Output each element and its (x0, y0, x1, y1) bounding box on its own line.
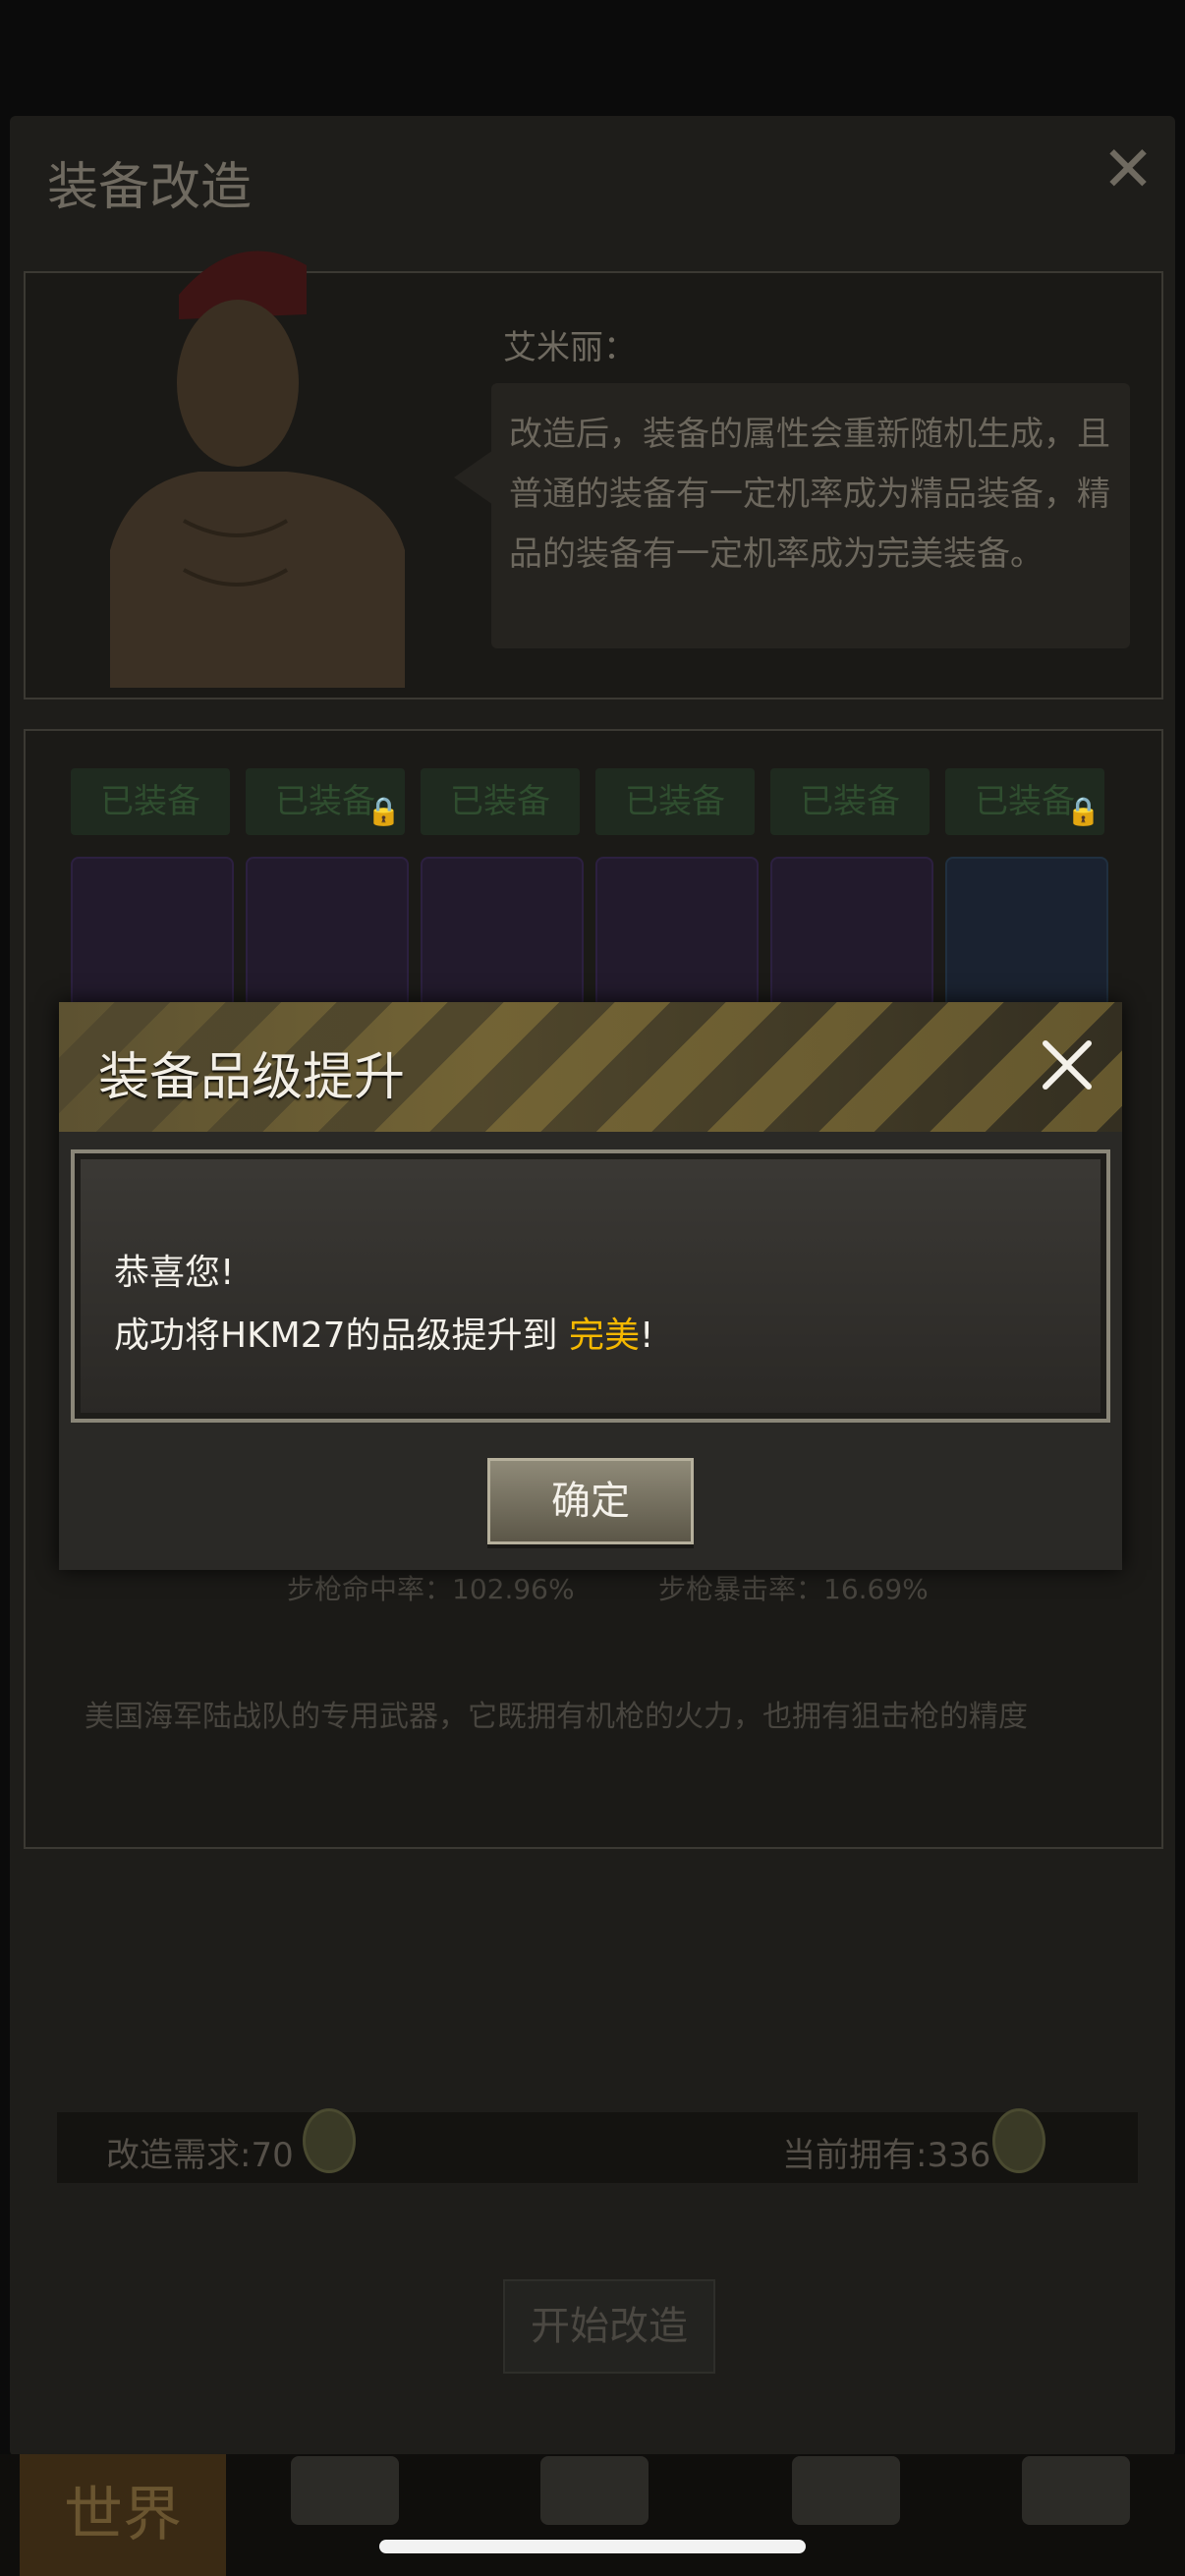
npc-name: 艾米丽： (503, 328, 637, 367)
equip-tab-label: 已装备 (450, 782, 550, 821)
npc-portrait (110, 251, 405, 688)
close-icon[interactable]: ✕ (1099, 139, 1157, 201)
upgrade-message-suffix: ! (640, 1316, 654, 1356)
cost-required: 改造需求:70 (106, 2136, 294, 2175)
shop-icon[interactable] (792, 2456, 900, 2525)
vehicle-icon[interactable] (1022, 2456, 1130, 2525)
equip-slot-pants[interactable] (421, 857, 584, 1008)
grade-name: 完美 (569, 1316, 641, 1356)
bag-icon[interactable] (291, 2456, 399, 2525)
equip-slot-mask[interactable] (945, 857, 1108, 1008)
upgrade-message: 成功将HKM27的品级提升到 完美! (114, 1307, 653, 1358)
equip-tab[interactable]: 已装备 (421, 768, 580, 835)
nav-world-tab[interactable]: 世界 (20, 2454, 226, 2576)
equip-tab-label: 已装备 (625, 782, 725, 821)
equip-tab[interactable]: 已装备 🔒 (246, 768, 405, 835)
equip-tab-label: 已装备 (100, 782, 200, 821)
coins-owned: 当前拥有:336 (782, 2136, 991, 2175)
item-description: 美国海军陆战队的专用武器，它既拥有机枪的火力，也拥有狙击枪的精度 (85, 1700, 1028, 1734)
congrats-text: 恭喜您! (114, 1253, 235, 1293)
equip-tab[interactable]: 已装备 (595, 768, 755, 835)
equip-slot-knife[interactable] (71, 857, 234, 1008)
stat-hit-rate: 步枪命中率：102.96% (287, 1573, 575, 1605)
speech-tail (454, 450, 493, 505)
equip-slot-jacket[interactable] (595, 857, 759, 1008)
home-indicator[interactable] (379, 2540, 806, 2553)
message-box: 恭喜您! 成功将HKM27的品级提升到 完美! (71, 1149, 1110, 1423)
dialog-title: 装备品级提升 (98, 1048, 406, 1107)
grade-upgrade-dialog: 装备品级提升 恭喜您! 成功将HKM27的品级提升到 完美! 确定 (59, 1002, 1122, 1570)
equip-tab[interactable]: 已装备 🔒 (945, 768, 1104, 835)
confirm-button[interactable]: 确定 (487, 1458, 694, 1544)
page-title: 装备改造 (47, 158, 253, 217)
upgrade-message-prefix: 成功将HKM27的品级提升到 (114, 1316, 569, 1356)
start-modify-button[interactable]: 开始改造 (503, 2279, 715, 2374)
equip-tab[interactable]: 已装备 (71, 768, 230, 835)
npc-speech: 改造后，装备的属性会重新随机生成，且普通的装备有一定机率成为精品装备，精品的装备… (491, 383, 1130, 648)
coin-icon (303, 2108, 356, 2173)
equip-tab[interactable]: 已装备 (770, 768, 930, 835)
equip-tab-label: 已装备 (975, 782, 1075, 821)
coin-icon (992, 2108, 1045, 2173)
equip-slot-helmet[interactable] (770, 857, 933, 1008)
anvil-icon[interactable] (540, 2456, 649, 2525)
lock-icon: 🔒 (367, 795, 401, 827)
equip-slot-machete[interactable] (246, 857, 409, 1008)
close-icon[interactable] (1032, 1030, 1102, 1100)
equip-tab-label: 已装备 (275, 782, 375, 821)
stat-crit-rate: 步枪暴击率：16.69% (658, 1573, 929, 1605)
lock-icon: 🔒 (1066, 795, 1100, 827)
equip-tab-label: 已装备 (800, 782, 900, 821)
